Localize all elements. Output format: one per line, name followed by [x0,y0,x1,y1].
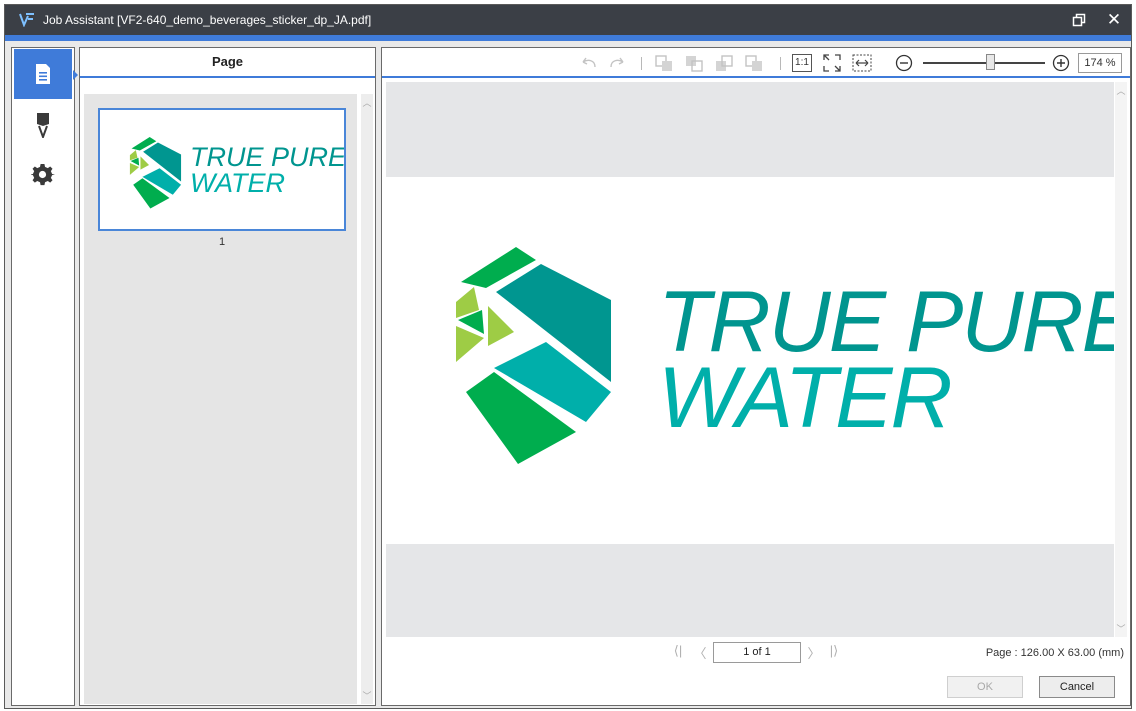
scroll-down-icon[interactable]: ﹀ [1115,622,1127,635]
preview-canvas[interactable]: TRUE PURE WATER [386,82,1136,637]
next-page-icon[interactable]: 〉 [806,643,822,661]
page-panel: Page TRUE PURE WATER 1 ︿ ﹀ [79,47,376,706]
close-icon[interactable]: ✕ [1102,10,1126,30]
fit-page-icon[interactable] [822,54,842,72]
document-icon [36,64,50,84]
preview-panel: 1:1 174 % TRUE PURE WATER ︿ ﹀ ⟨| 〈 1 of … [381,47,1136,706]
logo-line2: WATER [658,350,951,446]
send-backward-icon[interactable] [684,54,704,72]
zoom-slider-handle[interactable] [985,54,995,70]
title-accent-bar [5,35,1131,41]
prev-page-icon[interactable]: 〈 [692,643,708,661]
scroll-down-icon[interactable]: ﹀ [361,689,373,702]
toolbar-separator [780,57,781,70]
app-logo-icon [19,13,34,27]
thumbnail-logo: TRUE PURE WATER [129,136,347,209]
rail-marks-button[interactable] [14,100,72,150]
fit-width-icon[interactable] [852,54,872,72]
title-bar: Job Assistant [VF2-640_demo_beverages_st… [5,5,1131,35]
page-panel-header: Page [80,48,375,78]
page-thumbnail[interactable]: TRUE PURE WATER [98,108,347,231]
preview-scrollbar[interactable]: ︿ ﹀ [1115,82,1127,637]
side-navigation [11,47,78,706]
bring-forward-icon[interactable] [714,54,734,72]
rail-settings-button[interactable] [14,150,72,200]
thumb-logo-line2: WATER [190,168,285,198]
thumbnail-list[interactable]: TRUE PURE WATER 1 [84,94,357,704]
zoom-in-icon[interactable] [1051,54,1071,72]
thumbnail-page-number: 1 [218,236,226,248]
page-preview: TRUE PURE WATER [386,177,1136,544]
zoom-slider-track[interactable] [923,62,1045,64]
marker-icon [37,113,49,138]
gear-icon [31,163,55,186]
page-size-label: Page : 126.00 X 63.00 (mm) [985,647,1124,659]
thumbnail-scrollbar[interactable]: ︿ ﹀ [361,94,373,704]
first-page-icon[interactable]: ⟨| [670,643,686,661]
zoom-out-icon[interactable] [894,54,914,72]
zoom-level-field[interactable]: 174 % [1078,53,1122,73]
undo-icon[interactable] [578,54,598,72]
redo-icon[interactable] [608,54,628,72]
page-navigation: ⟨| 〈 1 of 1 〉 |⟩ Page : 126.00 X 63.00 (… [382,640,1130,666]
send-to-back-icon[interactable] [654,54,674,72]
scroll-up-icon[interactable]: ︿ [1115,84,1127,97]
rail-active-pointer [73,70,78,80]
scroll-up-icon[interactable]: ︿ [361,96,373,109]
last-page-icon[interactable]: |⟩ [826,643,842,661]
rail-page-button[interactable] [14,49,72,99]
page-number-field[interactable]: 1 of 1 [713,642,801,663]
toolbar-separator [641,57,642,70]
actual-size-icon[interactable]: 1:1 [792,54,812,72]
job-assistant-window: Job Assistant [VF2-640_demo_beverages_st… [4,4,1136,709]
restore-window-icon[interactable] [1067,10,1091,30]
page-artwork: TRUE PURE WATER [456,247,1136,464]
ok-button[interactable]: OK [947,676,1023,698]
window-title: Job Assistant [VF2-640_demo_beverages_st… [43,13,372,27]
preview-toolbar: 1:1 174 % [382,48,1130,78]
bring-to-front-icon[interactable] [744,54,764,72]
cancel-button[interactable]: Cancel [1039,676,1115,698]
